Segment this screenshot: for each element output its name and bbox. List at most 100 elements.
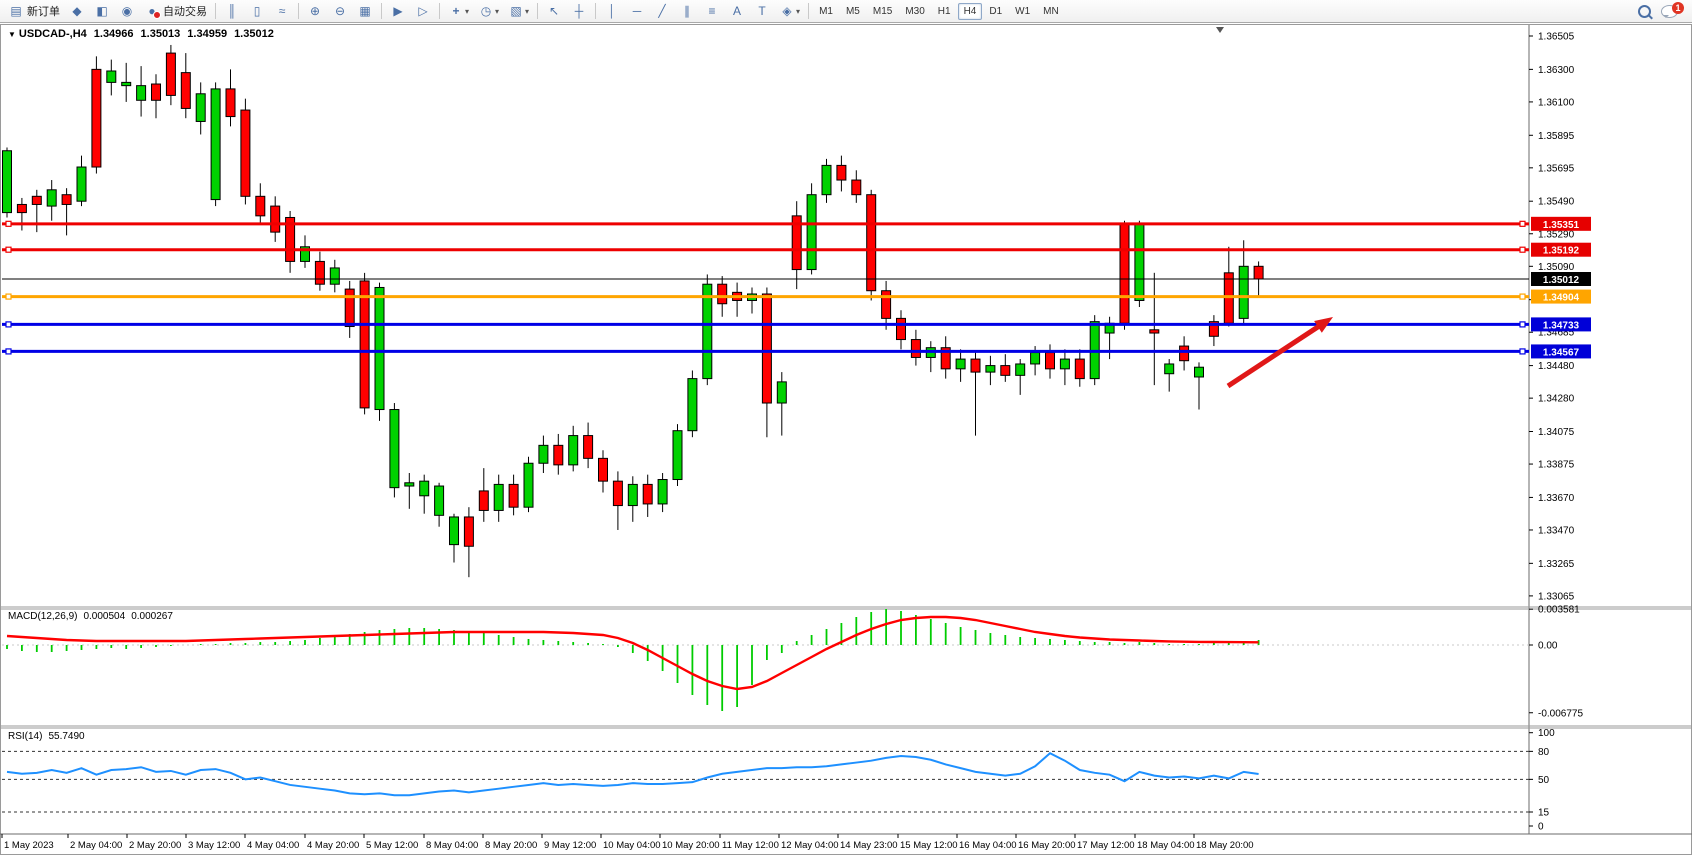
- line-chart-button[interactable]: ≈: [270, 1, 294, 22]
- svg-text:18 May 20:00: 18 May 20:00: [1196, 840, 1254, 851]
- rsi-value: 55.7490: [48, 731, 84, 742]
- svg-text:50: 50: [1538, 775, 1550, 786]
- svg-text:8 May 04:00: 8 May 04:00: [426, 840, 478, 851]
- timeframe-M30[interactable]: M30: [899, 3, 930, 20]
- macd-signal-value: 0.000267: [131, 611, 173, 622]
- chart-canvas[interactable]: 1.365051.363001.361001.358951.356951.354…: [0, 23, 1692, 855]
- toolbar-separator: [808, 3, 809, 19]
- horizontal-line-button[interactable]: ─: [625, 1, 649, 22]
- new-order-label: 新订单: [27, 3, 60, 19]
- toolbar-right-group: 1: [1638, 5, 1688, 18]
- timeframe-M5[interactable]: M5: [840, 3, 866, 20]
- crosshair-button[interactable]: ┼: [567, 1, 591, 22]
- arrows-dropdown-icon[interactable]: ▾: [796, 7, 800, 16]
- bar-chart-button[interactable]: ║: [220, 1, 244, 22]
- timeframe-D1[interactable]: D1: [983, 3, 1008, 20]
- chart-window[interactable]: 1.365051.363001.361001.358951.356951.354…: [0, 23, 1692, 855]
- auto-scroll-button[interactable]: ▶: [386, 1, 410, 22]
- periods-icon: ◷: [478, 3, 494, 19]
- candlestick-chart-button[interactable]: ▯: [245, 1, 269, 22]
- horizontal-line-icon: ─: [629, 3, 645, 19]
- funds-icon: ◆: [69, 3, 85, 19]
- svg-text:1.35290: 1.35290: [1538, 229, 1575, 240]
- timeframe-MN[interactable]: MN: [1037, 3, 1065, 20]
- svg-text:18 May 04:00: 18 May 04:00: [1137, 840, 1195, 851]
- funds-button[interactable]: ◆: [65, 1, 89, 22]
- cursor-icon: ↖: [546, 3, 562, 19]
- chart-shift-button[interactable]: ▷: [411, 1, 435, 22]
- text-icon: A: [729, 3, 745, 19]
- templates-dropdown-icon[interactable]: ▾: [525, 7, 529, 16]
- svg-text:8 May 20:00: 8 May 20:00: [485, 840, 537, 851]
- svg-text:1.34733: 1.34733: [1543, 320, 1580, 331]
- fibonacci-icon: ≡: [704, 3, 720, 19]
- bar-chart-icon: ║: [224, 3, 240, 19]
- fibonacci-button[interactable]: ≡: [700, 1, 724, 22]
- signals-icon: ◉: [119, 3, 135, 19]
- new-order-button[interactable]: ▤新订单: [4, 1, 64, 22]
- toolbar-separator: [215, 3, 216, 19]
- new-order-icon: ▤: [8, 3, 24, 19]
- svg-text:9 May 12:00: 9 May 12:00: [544, 840, 596, 851]
- notifications-icon[interactable]: 1: [1661, 5, 1678, 18]
- auto-trading-button[interactable]: ●自动交易: [140, 1, 211, 22]
- templates-button[interactable]: ▧▾: [504, 1, 533, 22]
- open-value: 1.34966: [94, 28, 134, 40]
- macd-main-value: 0.000504: [83, 611, 125, 622]
- zoom-out-button[interactable]: ⊖: [328, 1, 352, 22]
- svg-text:1.33470: 1.33470: [1538, 525, 1575, 536]
- svg-text:1.33265: 1.33265: [1538, 559, 1575, 570]
- svg-text:1.35090: 1.35090: [1538, 262, 1575, 273]
- zoom-in-button[interactable]: ⊕: [303, 1, 327, 22]
- indicators-button[interactable]: +▾: [444, 1, 473, 22]
- notification-badge: 1: [1672, 2, 1684, 14]
- svg-text:11 May 12:00: 11 May 12:00: [722, 840, 779, 851]
- macd-indicator-label: MACD(12,26,9)0.0005040.000267: [8, 611, 173, 622]
- vertical-line-button[interactable]: │: [600, 1, 624, 22]
- svg-text:1.33875: 1.33875: [1538, 460, 1575, 471]
- equidistant-channel-button[interactable]: ∥: [675, 1, 699, 22]
- timeframe-M15[interactable]: M15: [867, 3, 898, 20]
- rsi-indicator-label: RSI(14)55.7490: [8, 731, 85, 742]
- timeframe-H1[interactable]: H1: [932, 3, 957, 20]
- one-click-trading-toggle[interactable]: ▼: [8, 30, 16, 39]
- low-value: 1.34959: [187, 28, 227, 40]
- crosshair-icon: ┼: [571, 3, 587, 19]
- timeframe-W1[interactable]: W1: [1009, 3, 1036, 20]
- svg-text:16 May 04:00: 16 May 04:00: [959, 840, 1017, 851]
- equidistant-channel-icon: ∥: [679, 3, 695, 19]
- svg-text:1.35192: 1.35192: [1543, 246, 1580, 257]
- timeframe-H4[interactable]: H4: [958, 3, 983, 20]
- svg-text:1 May 2023: 1 May 2023: [4, 840, 54, 851]
- svg-text:1.35895: 1.35895: [1538, 131, 1575, 142]
- auto-trading-label: 自动交易: [163, 3, 207, 19]
- periods-button[interactable]: ◷▾: [474, 1, 503, 22]
- svg-text:80: 80: [1538, 747, 1550, 758]
- signals-button[interactable]: ◉: [115, 1, 139, 22]
- indicators-dropdown-icon[interactable]: ▾: [465, 7, 469, 16]
- cursor-button[interactable]: ↖: [542, 1, 566, 22]
- svg-text:15 May 12:00: 15 May 12:00: [900, 840, 958, 851]
- text-button[interactable]: A: [725, 1, 749, 22]
- arrows-button[interactable]: ◈▾: [775, 1, 804, 22]
- zoom-in-icon: ⊕: [307, 3, 323, 19]
- community-button[interactable]: ◧: [90, 1, 114, 22]
- timeframe-M1[interactable]: M1: [813, 3, 839, 20]
- svg-text:10 May 04:00: 10 May 04:00: [603, 840, 661, 851]
- svg-text:10 May 20:00: 10 May 20:00: [662, 840, 720, 851]
- chart-shift-icon: ▷: [415, 3, 431, 19]
- svg-text:0: 0: [1538, 822, 1544, 833]
- svg-text:16 May 20:00: 16 May 20:00: [1018, 840, 1076, 851]
- symbol-ohlc-line: ▼USDCAD-,H41.349661.350131.349591.35012: [8, 28, 274, 40]
- text-label-button[interactable]: T: [750, 1, 774, 22]
- search-icon[interactable]: [1638, 5, 1651, 18]
- periods-dropdown-icon[interactable]: ▾: [495, 7, 499, 16]
- tile-windows-button[interactable]: ▦: [353, 1, 377, 22]
- vertical-line-icon: │: [604, 3, 620, 19]
- close-value: 1.35012: [234, 28, 274, 40]
- auto-trading-icon: ●: [144, 3, 160, 19]
- toolbar-separator: [595, 3, 596, 19]
- community-icon: ◧: [94, 3, 110, 19]
- trendline-button[interactable]: ╱: [650, 1, 674, 22]
- indicators-icon: +: [448, 3, 464, 19]
